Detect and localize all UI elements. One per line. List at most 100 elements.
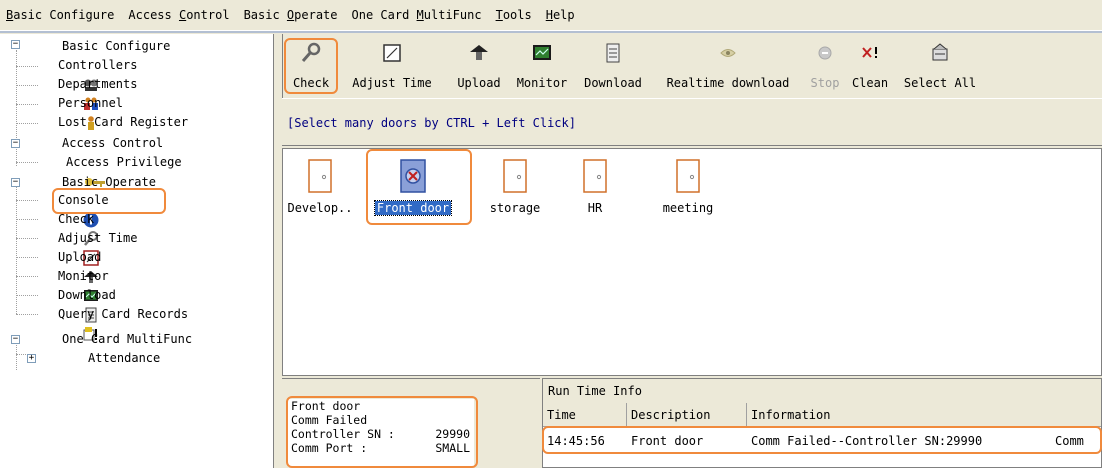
tree-departments[interactable]: Departments bbox=[40, 75, 137, 110]
tree-label: Check bbox=[58, 212, 95, 226]
realtime-download-label: Realtime download bbox=[666, 76, 790, 90]
tree-label: Access Control bbox=[62, 136, 164, 150]
adjust-time-label: Adjust Time bbox=[352, 76, 432, 90]
select-all-icon bbox=[929, 42, 951, 64]
tree-label: Query Card Records bbox=[58, 307, 189, 321]
clean-icon bbox=[859, 42, 881, 64]
door-status-comm: Comm Failed bbox=[291, 413, 368, 427]
download-button[interactable]: Download bbox=[577, 34, 649, 98]
door-list: Develop.. Front door storage HR meeting bbox=[282, 148, 1102, 376]
clean-label: Clean bbox=[851, 76, 889, 90]
stop-icon bbox=[814, 42, 836, 64]
monitor-label: Monitor bbox=[516, 76, 568, 90]
column-time[interactable]: Time bbox=[543, 403, 627, 427]
key-icon bbox=[40, 155, 106, 187]
adjust-time-icon bbox=[40, 231, 100, 266]
monitor-icon bbox=[40, 269, 99, 301]
monitor-button[interactable]: Monitor bbox=[511, 34, 573, 98]
tree-query-card-records[interactable]: Query Card Records bbox=[40, 305, 189, 340]
tree-label: Download bbox=[58, 288, 116, 302]
navigation-tree: − Basic Configure Controllers Department… bbox=[0, 34, 274, 468]
door-label: HR bbox=[587, 201, 603, 215]
wrench-icon bbox=[40, 212, 99, 246]
check-button[interactable]: Check bbox=[289, 34, 333, 98]
upload-label: Upload bbox=[457, 76, 501, 90]
menu-bar: Basic Configure Access Control Basic Ope… bbox=[0, 0, 1102, 31]
tree-monitor[interactable]: Monitor bbox=[40, 267, 109, 301]
collapse-access-control[interactable]: − bbox=[11, 139, 20, 148]
door-offline-icon bbox=[399, 159, 427, 193]
tree-console[interactable]: Console bbox=[40, 191, 109, 227]
runtime-title: Run Time Info bbox=[543, 379, 1101, 403]
tree-adjust-time[interactable]: Adjust Time bbox=[40, 229, 138, 266]
door-status-name: Front door bbox=[291, 399, 361, 413]
tree-label: Controllers bbox=[58, 58, 138, 72]
door-icon bbox=[306, 159, 334, 193]
controllers-icon bbox=[40, 58, 98, 91]
hint-bar: [Select many doors by CTRL + Left Click] bbox=[282, 98, 1102, 146]
tree-label: Upload bbox=[58, 250, 102, 264]
tree-basic-operate[interactable]: Basic Operate bbox=[62, 173, 156, 192]
door-label: Develop.. bbox=[287, 201, 353, 215]
tree-label: Adjust Time bbox=[58, 231, 138, 245]
menu-help[interactable]: Help bbox=[542, 0, 585, 31]
door-status-box: Front door Comm Failed Controller SN :29… bbox=[288, 399, 474, 467]
tree-attendance[interactable]: Attendance bbox=[88, 349, 160, 368]
door-label: storage bbox=[489, 201, 541, 215]
door-status-sn: Controller SN :29990 bbox=[291, 427, 470, 441]
tree-access-control[interactable]: Access Control bbox=[62, 134, 163, 153]
door-status-port: Comm Port : SMALL bbox=[291, 441, 470, 455]
tree-label: Access Privilege bbox=[66, 155, 182, 169]
runtime-info-panel: Run Time Info Time Description Informati… bbox=[542, 378, 1102, 468]
expand-attendance[interactable]: + bbox=[27, 354, 36, 363]
menu-one-card-multifunc[interactable]: One Card MultiFunc bbox=[348, 0, 492, 31]
download-label: Download bbox=[584, 76, 642, 90]
menu-tools[interactable]: Tools bbox=[492, 0, 542, 31]
tree-one-card-multifunc[interactable]: One Card MultiFunc bbox=[62, 330, 192, 349]
collapse-basic-operate[interactable]: − bbox=[11, 178, 20, 187]
collapse-one-card[interactable]: − bbox=[11, 335, 20, 344]
tree-lost-card-register[interactable]: Lost Card Register bbox=[58, 113, 188, 132]
door-storage[interactable]: storage bbox=[477, 149, 553, 229]
tree-access-privilege[interactable]: Access Privilege bbox=[40, 153, 182, 187]
cell-extra: Comm bbox=[1055, 434, 1084, 448]
column-information[interactable]: Information bbox=[747, 403, 1102, 427]
door-meeting[interactable]: meeting bbox=[643, 149, 733, 229]
select-all-label: Select All bbox=[903, 76, 977, 90]
menu-basic-operate[interactable]: Basic Operate bbox=[240, 0, 348, 31]
adjust-time-icon bbox=[381, 42, 403, 64]
wrench-icon bbox=[300, 42, 322, 64]
info-icon bbox=[40, 193, 99, 227]
tree-basic-configure[interactable]: Basic Configure bbox=[62, 37, 170, 56]
clean-button[interactable]: Clean bbox=[845, 34, 895, 98]
query-records-icon bbox=[40, 307, 98, 340]
check-label: Check bbox=[292, 76, 330, 90]
realtime-download-button[interactable]: Realtime download bbox=[653, 34, 803, 98]
adjust-time-button[interactable]: Adjust Time bbox=[337, 34, 447, 98]
menu-basic-configure[interactable]: Basic Configure bbox=[2, 0, 124, 31]
column-description[interactable]: Description bbox=[627, 403, 747, 427]
menu-access-control[interactable]: Access Control bbox=[124, 0, 239, 31]
tree-upload[interactable]: Upload bbox=[40, 248, 102, 283]
cell-description: Front door bbox=[631, 434, 704, 448]
tree-controllers[interactable]: Controllers bbox=[40, 56, 138, 91]
tree-check[interactable]: Check bbox=[40, 210, 99, 246]
collapse-basic-configure[interactable]: − bbox=[11, 40, 20, 49]
person-icon bbox=[40, 96, 95, 130]
door-hr[interactable]: HR bbox=[555, 149, 635, 229]
door-status-panel: Front door Comm Failed Controller SN :29… bbox=[282, 378, 540, 468]
pane-splitter[interactable] bbox=[274, 34, 282, 468]
upload-button[interactable]: Upload bbox=[451, 34, 507, 98]
tree-download[interactable]: Download bbox=[40, 286, 116, 322]
door-icon bbox=[674, 159, 702, 193]
hint-text: [Select many doors by CTRL + Left Click] bbox=[287, 116, 576, 130]
tree-label: Personnel bbox=[58, 96, 124, 110]
realtime-download-icon bbox=[717, 42, 739, 64]
monitor-icon bbox=[531, 42, 553, 64]
tree-personnel[interactable]: Personnel bbox=[40, 94, 124, 130]
door-front-door[interactable]: Front door bbox=[361, 149, 465, 229]
door-develop[interactable]: Develop.. bbox=[281, 149, 359, 229]
table-row[interactable]: 14:45:56 Front door Comm Failed--Control… bbox=[543, 431, 1101, 455]
select-all-button[interactable]: Select All bbox=[895, 34, 985, 98]
stop-button[interactable]: Stop bbox=[805, 34, 845, 98]
